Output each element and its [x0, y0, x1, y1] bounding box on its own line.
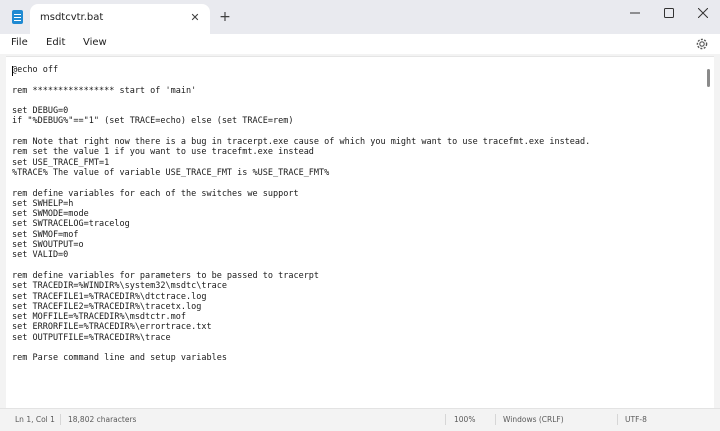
tab-title: msdtcvtr.bat [40, 12, 104, 23]
code-line[interactable]: set TRACEFILE2=%TRACEDIR%\tracetx.log [12, 302, 590, 312]
scrollbar-thumb[interactable] [707, 69, 710, 87]
status-divider [617, 414, 618, 425]
code-line[interactable] [12, 261, 590, 271]
tab-close-icon[interactable]: ✕ [188, 11, 202, 25]
status-divider [445, 414, 446, 425]
code-line[interactable]: %TRACE% The value of variable USE_TRACE_… [12, 168, 590, 178]
menu-file[interactable]: File [11, 37, 28, 48]
vertical-scrollbar[interactable] [707, 63, 711, 403]
code-line[interactable]: set TRACEFILE1=%TRACEDIR%\dtctrace.log [12, 292, 590, 302]
title-bar: msdtcvtr.bat ✕ + [0, 0, 720, 34]
code-line[interactable]: rem Note that right now there is a bug i… [12, 137, 590, 147]
code-line[interactable]: set SWTRACELOG=tracelog [12, 219, 590, 229]
zoom-level[interactable]: 100% [454, 415, 475, 424]
status-divider [60, 414, 61, 425]
notepad-window: msdtcvtr.bat ✕ + File Edit View @echo of… [0, 0, 720, 431]
menu-view[interactable]: View [83, 37, 107, 48]
minimize-button[interactable] [618, 0, 652, 26]
code-line[interactable]: rem **************** start of 'main' [12, 86, 590, 96]
code-line[interactable]: set DEBUG=0 [12, 106, 590, 116]
close-icon [698, 8, 708, 18]
text-caret [12, 66, 13, 76]
code-line[interactable] [12, 127, 590, 137]
tab-msdtcvtr[interactable]: msdtcvtr.bat ✕ [30, 4, 210, 34]
code-line[interactable]: set TRACEDIR=%WINDIR%\system32\msdtc\tra… [12, 281, 590, 291]
editor-content[interactable]: @echo off rem **************** start of '… [12, 65, 590, 364]
encoding[interactable]: UTF-8 [625, 415, 647, 424]
code-line[interactable]: @echo off [12, 65, 590, 75]
status-bar: Ln 1, Col 1 18,802 characters 100% Windo… [0, 408, 720, 431]
code-line[interactable] [12, 343, 590, 353]
code-line[interactable]: rem Parse command line and setup variabl… [12, 353, 590, 363]
menu-bar: File Edit View [0, 34, 720, 54]
code-line[interactable]: set USE_TRACE_FMT=1 [12, 158, 590, 168]
code-line[interactable] [12, 178, 590, 188]
code-line[interactable]: set SWOUTPUT=o [12, 240, 590, 250]
code-line[interactable]: set ERRORFILE=%TRACEDIR%\errortrace.txt [12, 322, 590, 332]
code-line[interactable]: if "%DEBUG%"=="1" (set TRACE=echo) else … [12, 116, 590, 126]
gear-icon [696, 38, 708, 50]
settings-button[interactable] [695, 36, 709, 50]
cursor-position: Ln 1, Col 1 [15, 415, 55, 424]
menu-edit[interactable]: Edit [46, 37, 65, 48]
status-divider [495, 414, 496, 425]
character-count: 18,802 characters [68, 415, 137, 424]
text-editor[interactable]: @echo off rem **************** start of '… [6, 56, 714, 408]
code-line[interactable]: rem define variables for parameters to b… [12, 271, 590, 281]
code-line[interactable]: rem set the value 1 if you want to use t… [12, 147, 590, 157]
code-line[interactable]: set SWMODE=mode [12, 209, 590, 219]
code-line[interactable]: set VALID=0 [12, 250, 590, 260]
minimize-icon [630, 12, 640, 14]
maximize-icon [664, 8, 674, 18]
line-ending[interactable]: Windows (CRLF) [503, 415, 564, 424]
code-line[interactable] [12, 96, 590, 106]
code-line[interactable]: set SWMOF=mof [12, 230, 590, 240]
code-line[interactable]: rem define variables for each of the swi… [12, 189, 590, 199]
code-line[interactable]: set OUTPUTFILE=%TRACEDIR%\trace [12, 333, 590, 343]
code-line[interactable] [12, 75, 590, 85]
maximize-button[interactable] [652, 0, 686, 26]
code-line[interactable]: set SWHELP=h [12, 199, 590, 209]
notepad-icon [12, 10, 23, 24]
close-button[interactable] [686, 0, 720, 26]
new-tab-button[interactable]: + [217, 9, 233, 25]
code-line[interactable]: set MOFFILE=%TRACEDIR%\msdtctr.mof [12, 312, 590, 322]
